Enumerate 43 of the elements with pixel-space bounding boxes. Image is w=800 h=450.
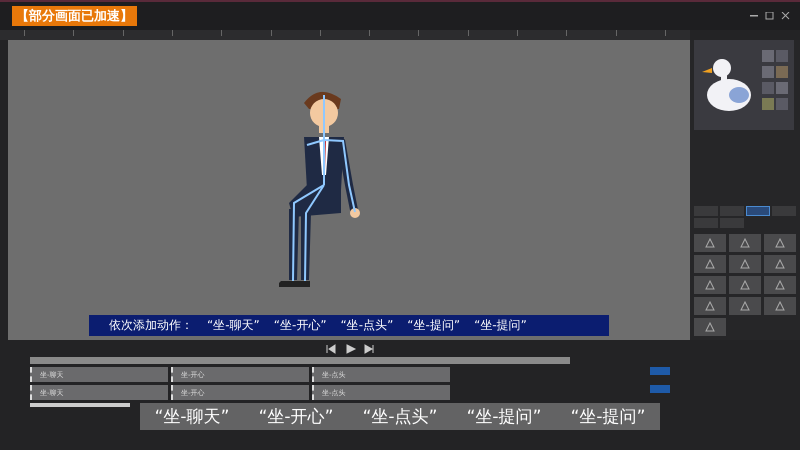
caption-action: “坐-点头” <box>340 317 394 334</box>
figure-icon <box>775 280 785 290</box>
figure-icon <box>705 259 715 269</box>
subtitle-text: “坐-开心” <box>258 406 334 428</box>
action-tile[interactable] <box>764 255 796 273</box>
figure-icon <box>705 301 715 311</box>
action-tile[interactable] <box>694 255 726 273</box>
caption-label: 依次添加动作： <box>109 317 193 334</box>
action-tile[interactable] <box>694 297 726 315</box>
subtitle-text: “坐-提问” <box>570 406 646 428</box>
action-tile[interactable] <box>694 234 726 252</box>
action-tile[interactable] <box>764 297 796 315</box>
caption-action: “坐-开心” <box>274 317 327 334</box>
track-button[interactable] <box>650 367 670 375</box>
action-tile[interactable] <box>729 255 761 273</box>
figure-icon <box>775 301 785 311</box>
action-tile[interactable] <box>729 234 761 252</box>
figure-icon <box>705 322 715 332</box>
subtitle-text: “坐-聊天” <box>154 406 230 428</box>
figure-icon <box>740 238 750 248</box>
figure-icon <box>705 238 715 248</box>
action-tile[interactable] <box>729 297 761 315</box>
caption-action: “坐-提问” <box>407 317 460 334</box>
figure-icon <box>740 259 750 269</box>
subtitle-text: “坐-提问” <box>466 406 542 428</box>
figure-icon <box>705 280 715 290</box>
action-tile[interactable] <box>729 276 761 294</box>
subtitle-text: “坐-点头” <box>362 406 438 428</box>
figure-icon <box>775 238 785 248</box>
window-controls-icon[interactable] <box>750 12 790 20</box>
track-button[interactable] <box>650 385 670 393</box>
figure-icon <box>740 280 750 290</box>
caption-action: “坐-提问” <box>474 317 527 334</box>
action-tile[interactable] <box>764 234 796 252</box>
figure-icon <box>740 301 750 311</box>
figure-icon <box>775 259 785 269</box>
speed-badge: 【部分画面已加速】 <box>12 6 137 26</box>
action-tile[interactable] <box>694 276 726 294</box>
action-tile[interactable] <box>694 318 726 336</box>
action-tile[interactable] <box>764 276 796 294</box>
category-tab[interactable] <box>746 206 770 216</box>
caption-action: “坐-聊天” <box>207 317 260 334</box>
playback-controls-icon[interactable] <box>325 344 375 354</box>
